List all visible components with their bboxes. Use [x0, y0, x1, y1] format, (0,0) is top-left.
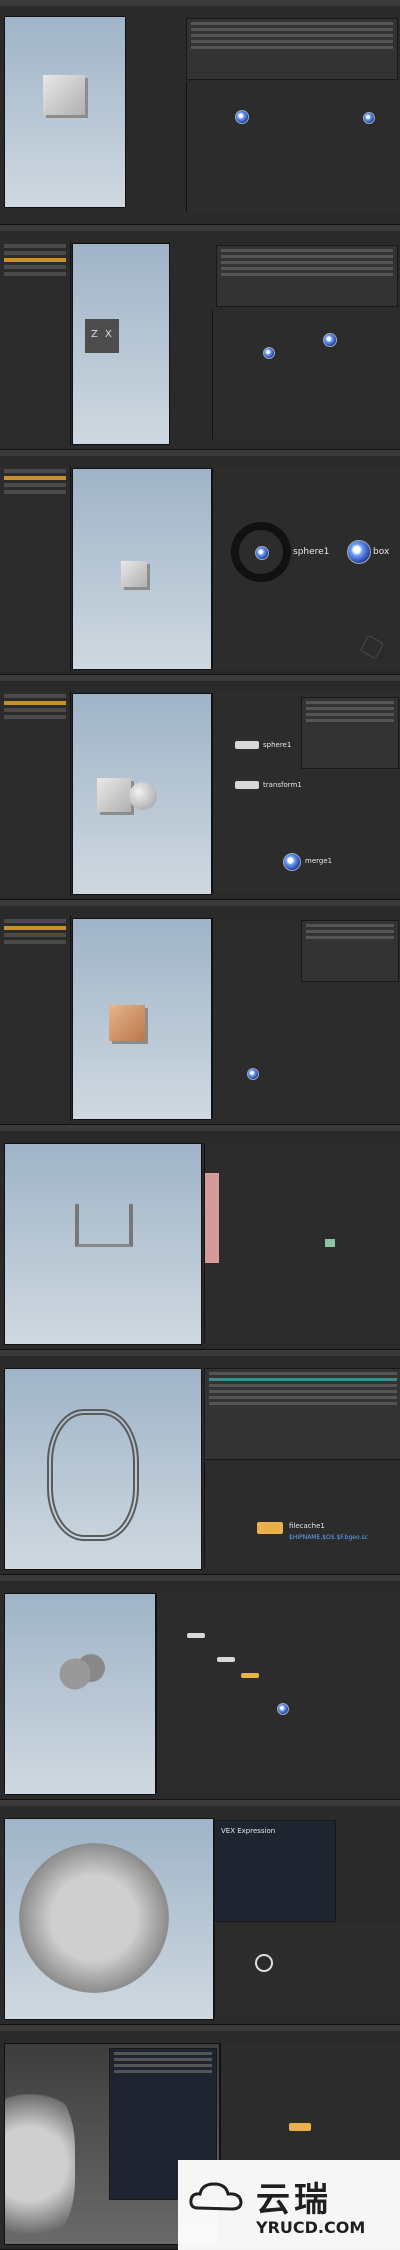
vex-editor-title: VEX Expression: [221, 1827, 276, 1835]
box-label: box: [373, 547, 390, 557]
scene-tree[interactable]: [0, 466, 71, 671]
network-node[interactable]: [241, 1673, 259, 1678]
scene-viewport[interactable]: [4, 1593, 156, 1795]
vex-editor-panel[interactable]: VEX Expression: [214, 1820, 336, 1922]
menu-bar[interactable]: [0, 1800, 400, 1806]
houdini-logo-icon: [359, 634, 385, 660]
scene-viewport[interactable]: [72, 693, 212, 895]
merge1-node[interactable]: [283, 853, 301, 871]
wrangle-node[interactable]: [255, 1954, 273, 1972]
axis-label-z: Z: [91, 329, 98, 340]
filecache-path-label: $HIPNAME.$OS.$F.bgeo.sc: [289, 1534, 368, 1541]
parameter-panel[interactable]: [301, 920, 399, 982]
scene-viewport[interactable]: [4, 16, 126, 208]
transform1-label: transform1: [263, 781, 302, 789]
network-editor[interactable]: sphere1 box: [212, 468, 400, 668]
screenshot-frame-2: Z X: [0, 225, 400, 450]
screenshot-frame-3: sphere1 box: [0, 450, 400, 675]
watermark-text-cn: 云瑞: [256, 2180, 332, 2220]
sphere1-node[interactable]: [235, 741, 259, 749]
box-node-icon[interactable]: [347, 540, 371, 564]
network-node[interactable]: [187, 1633, 205, 1638]
box-object: [109, 1005, 145, 1041]
screenshot-frame-1: [0, 0, 400, 225]
geometry-node[interactable]: [277, 1703, 289, 1715]
screenshot-frame-4: sphere1 transform1 merge1: [0, 675, 400, 900]
scene-viewport[interactable]: [4, 1143, 202, 1345]
axis-label-x: X: [105, 329, 112, 340]
parameter-panel[interactable]: [216, 245, 398, 307]
menu-bar[interactable]: [0, 675, 400, 681]
output-node[interactable]: [289, 2123, 311, 2131]
parameter-panel[interactable]: [186, 18, 398, 80]
scene-viewport[interactable]: [4, 1368, 202, 1570]
menu-bar[interactable]: [0, 450, 400, 456]
geometry-node[interactable]: [247, 1068, 259, 1080]
scene-viewport[interactable]: Z X: [72, 243, 170, 445]
screenshot-frame-5: [0, 900, 400, 1125]
scene-tree[interactable]: [0, 691, 71, 896]
box-object: [121, 561, 147, 587]
menu-bar[interactable]: [0, 225, 400, 231]
network-editor[interactable]: sphere1 transform1 merge1: [212, 693, 400, 893]
sphere-node-icon[interactable]: [255, 546, 269, 560]
axis-gizmo-cube[interactable]: Z X: [85, 319, 119, 353]
geometry-node[interactable]: [363, 112, 375, 124]
stairs-profile-object: [75, 1204, 133, 1247]
watermark-text-en: YRUCD.COM: [256, 2218, 366, 2237]
fracture-cloud-object: [19, 1843, 169, 1993]
box-object: [43, 75, 85, 115]
menu-bar[interactable]: [0, 2025, 400, 2031]
filecache1-label: filecache1: [289, 1522, 325, 1530]
network-editor[interactable]: [186, 82, 400, 212]
merge1-label: merge1: [305, 857, 333, 865]
scene-tree[interactable]: [0, 241, 71, 446]
geometry-node[interactable]: [323, 333, 337, 347]
screenshot-frame-6: [0, 1125, 400, 1350]
menu-bar[interactable]: [0, 1575, 400, 1581]
fracture-pieces-object: [5, 2084, 75, 2244]
cloud-icon: [189, 2182, 243, 2211]
scene-viewport[interactable]: [72, 468, 212, 670]
scene-viewport[interactable]: [4, 1818, 214, 2020]
sphere1-label: sphere1: [293, 547, 330, 557]
network-editor[interactable]: [204, 1143, 400, 1343]
network-editor[interactable]: [212, 309, 400, 439]
watermark-logo: 云瑞 YRUCD.COM: [178, 2160, 400, 2250]
network-node[interactable]: [217, 1657, 235, 1662]
screenshot-frame-8: [0, 1575, 400, 1800]
connector-node[interactable]: [325, 1239, 335, 1247]
menu-bar[interactable]: [0, 1350, 400, 1356]
network-editor[interactable]: filecache1 $HIPNAME.$OS.$F.bgeo.sc: [204, 1462, 400, 1568]
sphere1-label: sphere1: [263, 741, 292, 749]
geometry-node[interactable]: [235, 110, 249, 124]
menu-bar[interactable]: [0, 1125, 400, 1131]
geometry-node[interactable]: [263, 347, 275, 359]
node-column: [205, 1173, 219, 1263]
sphere-object: [129, 782, 157, 810]
box-object: [97, 778, 131, 812]
spiral-staircase-object: [47, 1409, 139, 1541]
network-editor[interactable]: [212, 918, 400, 1118]
scene-viewport[interactable]: [72, 918, 212, 1120]
menu-bar[interactable]: [0, 0, 400, 6]
parameter-panel[interactable]: [204, 1368, 400, 1460]
transform1-node[interactable]: [235, 781, 259, 789]
screenshot-frame-7: filecache1 $HIPNAME.$OS.$F.bgeo.sc: [0, 1350, 400, 1575]
network-editor[interactable]: [156, 1593, 400, 1793]
network-editor[interactable]: [214, 1924, 400, 2018]
screenshot-frame-9: VEX Expression: [0, 1800, 400, 2025]
filecache1-node[interactable]: [257, 1522, 283, 1534]
fracture-pieces-object: [35, 1644, 115, 1704]
scene-tree[interactable]: [0, 916, 71, 1121]
parameter-panel[interactable]: [301, 697, 399, 769]
menu-bar[interactable]: [0, 900, 400, 906]
